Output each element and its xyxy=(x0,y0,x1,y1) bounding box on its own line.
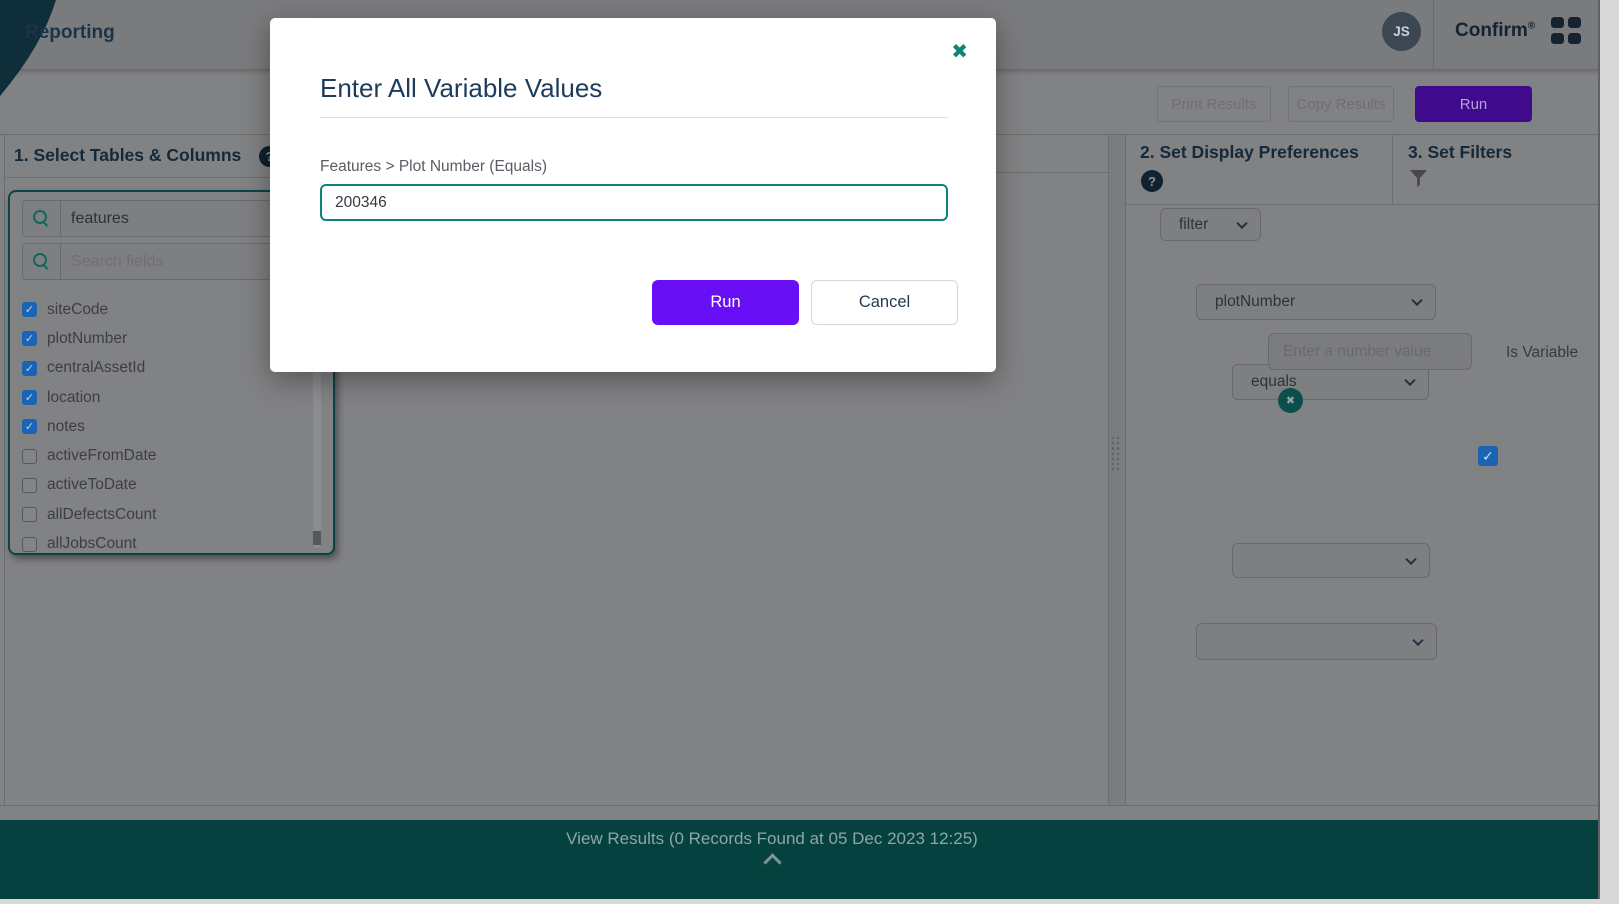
field-label: location xyxy=(47,389,100,407)
field-row: allDefectsCount xyxy=(22,500,322,529)
chevron-down-icon xyxy=(1236,217,1247,228)
field-label: activeToDate xyxy=(47,476,137,494)
content-bottom-border xyxy=(0,805,1598,806)
avatar[interactable]: JS xyxy=(1382,12,1421,51)
field-checkbox[interactable] xyxy=(22,390,37,405)
variable-value-input[interactable] xyxy=(320,184,948,221)
empty-select-2[interactable] xyxy=(1196,623,1437,660)
field-checkbox[interactable] xyxy=(22,361,37,376)
modal-divider xyxy=(320,117,948,118)
modal-cancel-button[interactable]: Cancel xyxy=(811,280,958,325)
registered-mark: ® xyxy=(1528,21,1535,32)
modal-run-button[interactable]: Run xyxy=(652,280,799,325)
field-row: location xyxy=(22,383,322,412)
page-title: Reporting xyxy=(25,22,115,44)
brand-logo: Confirm® xyxy=(1455,20,1535,42)
chevron-down-icon xyxy=(1411,295,1422,306)
chevron-up-icon xyxy=(763,853,781,871)
chevron-down-icon xyxy=(1404,375,1415,386)
horizontal-scrollbar[interactable] xyxy=(0,899,1600,904)
filter-icon xyxy=(1410,170,1427,187)
field-checkbox[interactable] xyxy=(22,537,37,552)
field-checkbox[interactable] xyxy=(22,507,37,522)
filter-value-input[interactable] xyxy=(1268,333,1472,370)
field-label: plotNumber xyxy=(47,330,127,348)
field-row: notes xyxy=(22,412,322,441)
brand-name: Confirm xyxy=(1455,20,1528,41)
variable-field-label: Features > Plot Number (Equals) xyxy=(320,158,547,176)
field-checkbox[interactable] xyxy=(22,449,37,464)
field-row: allJobsCount xyxy=(22,529,322,555)
field-label: allJobsCount xyxy=(47,535,137,553)
field-label: centralAssetId xyxy=(47,359,145,377)
field-label: allDefectsCount xyxy=(47,506,156,524)
header-divider xyxy=(1433,0,1434,70)
column-select[interactable]: plotNumber xyxy=(1196,284,1436,320)
copy-results-button[interactable]: Copy Results xyxy=(1288,86,1394,122)
right-panel-header-border xyxy=(1125,204,1598,205)
search-icon xyxy=(23,244,61,279)
left-panel-border xyxy=(4,135,5,805)
display-preferences-title: 2. Set Display Preferences xyxy=(1140,142,1359,163)
help-icon[interactable]: ? xyxy=(1141,170,1163,192)
field-checkbox[interactable] xyxy=(22,419,37,434)
corner-logo-shape xyxy=(0,0,56,96)
field-checkbox[interactable] xyxy=(22,478,37,493)
run-button[interactable]: Run xyxy=(1415,86,1532,122)
vertical-scrollbar[interactable] xyxy=(1600,0,1619,904)
column-value: plotNumber xyxy=(1215,293,1295,311)
search-icon xyxy=(23,201,61,236)
field-row: activeToDate xyxy=(22,471,322,500)
view-results-label: View Results (0 Records Found at 05 Dec … xyxy=(566,829,978,849)
field-list-scrollbar-thumb[interactable] xyxy=(313,531,321,545)
field-label: notes xyxy=(47,418,85,436)
set-filters-title: 3. Set Filters xyxy=(1408,142,1512,163)
empty-select-1[interactable] xyxy=(1232,543,1430,578)
right-panel-left-border xyxy=(1125,135,1126,805)
panel-resize-handle[interactable] xyxy=(1112,437,1120,470)
reporting-app: Reporting JS Confirm® Print Results Copy… xyxy=(0,0,1619,904)
view-results-bar[interactable]: View Results (0 Records Found at 05 Dec … xyxy=(0,820,1600,899)
field-label: activeFromDate xyxy=(47,447,156,465)
field-label: siteCode xyxy=(47,301,108,319)
chevron-down-icon xyxy=(1405,553,1416,564)
tree-root-value: filter xyxy=(1179,216,1208,234)
print-results-button[interactable]: Print Results xyxy=(1157,86,1271,122)
panel23-header-divider xyxy=(1392,135,1393,204)
tree-root-select[interactable]: filter xyxy=(1160,208,1261,241)
field-checkbox[interactable] xyxy=(22,302,37,317)
enter-variable-values-modal: ✖ Enter All Variable Values Features > P… xyxy=(270,18,996,372)
remove-filter-icon[interactable]: ✖ xyxy=(1278,388,1303,413)
field-row: activeFromDate xyxy=(22,441,322,470)
is-variable-label: Is Variable xyxy=(1506,344,1578,362)
field-checkbox[interactable] xyxy=(22,331,37,346)
modal-title: Enter All Variable Values xyxy=(320,73,602,104)
select-tables-title: 1. Select Tables & Columns xyxy=(14,145,241,166)
app-launcher-icon[interactable] xyxy=(1551,17,1583,44)
close-icon[interactable]: ✖ xyxy=(951,42,968,62)
is-variable-checkbox[interactable] xyxy=(1478,446,1498,466)
chevron-down-icon xyxy=(1412,634,1423,645)
